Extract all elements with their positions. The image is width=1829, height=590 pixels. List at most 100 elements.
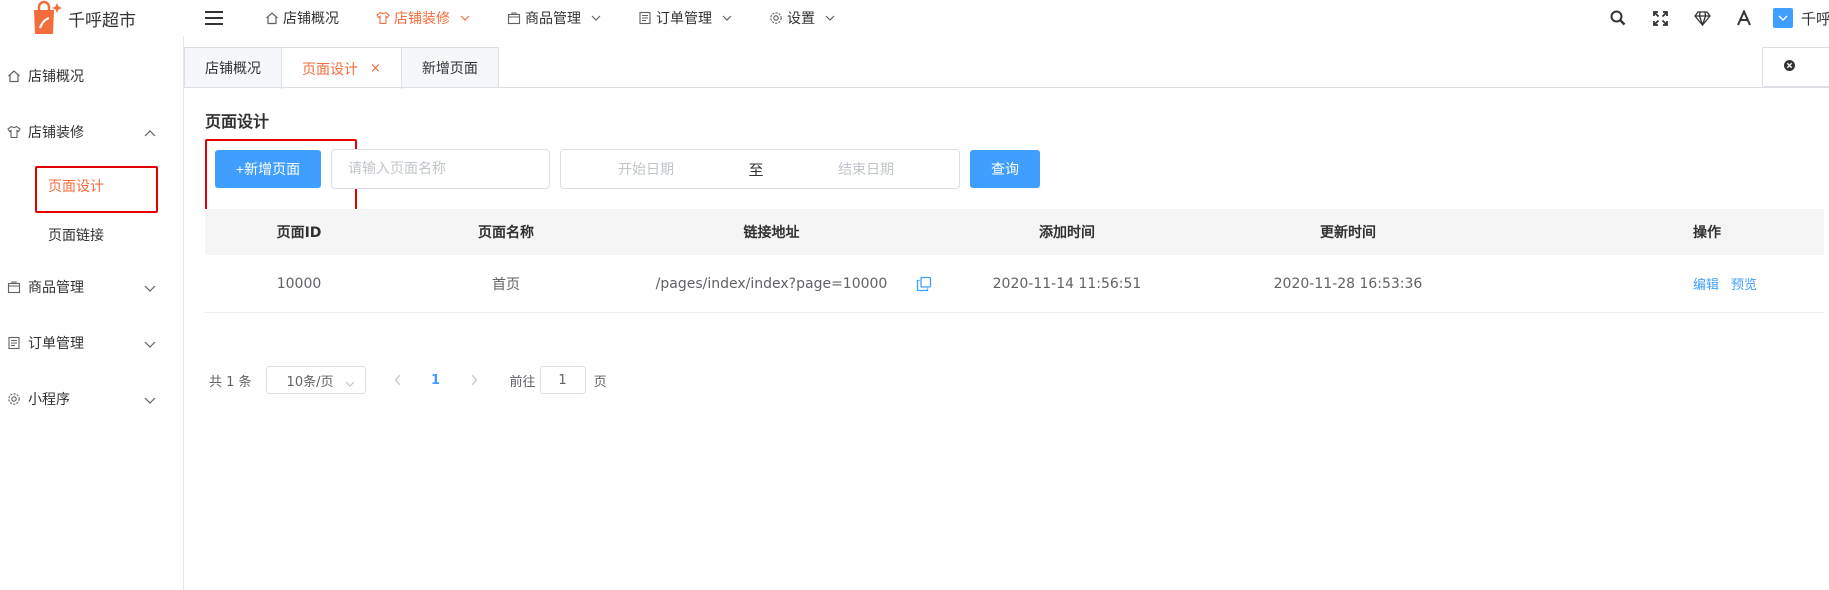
pagination-total: 共 1 条 [209, 374, 252, 390]
header-actions: 操作 [1693, 225, 1721, 241]
diamond-icon[interactable] [1681, 0, 1723, 36]
toolbar-right: 千呼 [1597, 0, 1829, 36]
range-separator: 至 [748, 160, 764, 179]
tab-overview[interactable]: 店铺概况 [184, 47, 282, 88]
close-all-tabs-button[interactable] [1762, 47, 1829, 87]
sidebar-item-overview[interactable]: 店铺概况 [0, 56, 184, 96]
tab-divider [184, 87, 1829, 88]
shopping-bag-icon [26, 0, 64, 36]
page-number-current[interactable]: 1 [418, 373, 454, 388]
page-size-select[interactable]: 10条/页 [265, 366, 366, 394]
header-link-url: 链接地址 [743, 225, 800, 241]
cell-created-time: 2020-11-14 11:56:51 [992, 275, 1142, 292]
pagination: 共 1 条 10条/页 1 前往 页 [209, 366, 607, 394]
brand-name: 千呼超市 [68, 10, 136, 31]
table-header: 页面ID 页面名称 链接地址 添加时间 更新时间 操作 [205, 209, 1824, 255]
topnav-label: 店铺概况 [283, 11, 339, 27]
chevron-up-icon [144, 125, 156, 141]
add-page-button[interactable]: +新增页面 [215, 150, 321, 188]
topnav-label: 店铺装修 [394, 11, 450, 27]
close-icon[interactable]: × [370, 61, 381, 76]
list-icon [6, 335, 22, 351]
date-range-picker[interactable]: 开始日期 至 结束日期 [560, 149, 960, 189]
next-page-icon[interactable] [454, 374, 494, 386]
logo[interactable]: 千呼超市 [26, 0, 136, 36]
box-icon [506, 10, 522, 26]
sidebar-item-label: 订单管理 [28, 336, 84, 352]
top-nav: 店铺概况 店铺装修 商品管理 订单管理 设置 [264, 0, 871, 36]
page-unit-label: 页 [593, 374, 607, 390]
chevron-down-icon [825, 15, 835, 21]
goto-page-input[interactable] [539, 366, 586, 394]
username[interactable]: 千呼 [1801, 8, 1829, 29]
box-icon [6, 279, 22, 295]
chevron-down-icon [591, 15, 601, 21]
pages-table: 页面ID 页面名称 链接地址 添加时间 更新时间 操作 10000 首页 /pa… [205, 209, 1824, 313]
topnav-label: 商品管理 [525, 11, 581, 27]
page-title: 页面设计 [205, 112, 270, 131]
shirt-icon [6, 124, 22, 140]
chevron-down-icon [345, 376, 355, 391]
cell-page-name: 首页 [492, 276, 520, 293]
topnav-item-orders[interactable]: 订单管理 [637, 8, 732, 28]
tab-page-design[interactable]: 页面设计 × [281, 47, 402, 89]
menu-toggle-icon[interactable] [205, 11, 223, 25]
topnav-item-decoration[interactable]: 店铺装修 [375, 8, 470, 28]
chevron-down-icon [144, 336, 156, 352]
chevron-down-icon [460, 15, 470, 21]
font-icon[interactable] [1723, 0, 1765, 36]
tab-label: 店铺概况 [205, 61, 261, 77]
header-page-name: 页面名称 [478, 225, 534, 241]
avatar[interactable] [1773, 8, 1793, 28]
tab-label: 新增页面 [421, 61, 478, 77]
sidebar-item-products[interactable]: 商品管理 [0, 267, 184, 307]
tab-new-page[interactable]: 新增页面 [400, 47, 499, 88]
sidebar-subitem-page-design[interactable]: 页面设计 [48, 176, 104, 196]
cell-actions: 编辑 预览 [1345, 255, 1824, 312]
miniapp-icon [6, 391, 22, 407]
app-root: 千呼超市 店铺概况 店铺装修 商品管理 订单管理 设置 千呼 店铺概况 店铺装修… [0, 0, 1829, 590]
sidebar-item-label: 小程序 [28, 392, 70, 408]
sidebar: 店铺概况 店铺装修 页面设计 页面链接 商品管理 订单管理 小程序 [0, 36, 184, 590]
cell-link-url: /pages/index/index?page=10000 [655, 275, 888, 292]
goto-label: 前往 [509, 374, 536, 390]
table-row: 10000 首页 /pages/index/index?page=10000 2… [205, 255, 1824, 313]
topnav-label: 订单管理 [656, 11, 712, 27]
cell-page-id: 10000 [276, 275, 322, 292]
end-date-field[interactable]: 结束日期 [781, 159, 951, 179]
chevron-down-icon [722, 15, 732, 21]
sidebar-item-miniapp[interactable]: 小程序 [0, 379, 184, 419]
start-date-field[interactable]: 开始日期 [561, 159, 731, 179]
topnav-label: 设置 [787, 11, 815, 27]
sidebar-item-label: 店铺概况 [28, 69, 84, 85]
chevron-down-icon [144, 280, 156, 296]
sidebar-item-label: 商品管理 [28, 280, 84, 296]
shirt-icon [375, 10, 391, 26]
home-icon [6, 68, 22, 84]
page-size-value: 10条/页 [286, 374, 334, 390]
close-circle-icon [1783, 59, 1796, 76]
sidebar-item-label: 店铺装修 [28, 125, 84, 141]
topnav-item-products[interactable]: 商品管理 [506, 8, 601, 28]
sidebar-item-orders[interactable]: 订单管理 [0, 323, 184, 363]
query-button[interactable]: 查询 [970, 150, 1040, 188]
gear-icon [768, 10, 784, 26]
sidebar-item-decoration[interactable]: 店铺装修 [0, 112, 184, 152]
tab-bar: 店铺概况 页面设计 × 新增页面 [184, 47, 499, 89]
header-page-id: 页面ID [276, 225, 322, 241]
tab-label: 页面设计 [302, 61, 358, 78]
preview-link[interactable]: 预览 [1731, 274, 1757, 293]
topnav-item-settings[interactable]: 设置 [768, 8, 835, 28]
top-bar: 千呼超市 店铺概况 店铺装修 商品管理 订单管理 设置 千呼 [0, 0, 1829, 36]
fullscreen-icon[interactable] [1639, 0, 1681, 36]
home-icon [264, 10, 280, 26]
list-icon [637, 10, 653, 26]
edit-link[interactable]: 编辑 [1693, 274, 1719, 293]
chevron-down-icon [144, 392, 156, 408]
topnav-item-overview[interactable]: 店铺概况 [264, 8, 339, 28]
header-created-time: 添加时间 [1039, 225, 1095, 241]
sidebar-subitem-page-links[interactable]: 页面链接 [48, 225, 104, 245]
prev-page-icon[interactable] [378, 374, 418, 386]
search-icon[interactable] [1597, 0, 1639, 36]
page-name-input[interactable] [331, 149, 550, 189]
